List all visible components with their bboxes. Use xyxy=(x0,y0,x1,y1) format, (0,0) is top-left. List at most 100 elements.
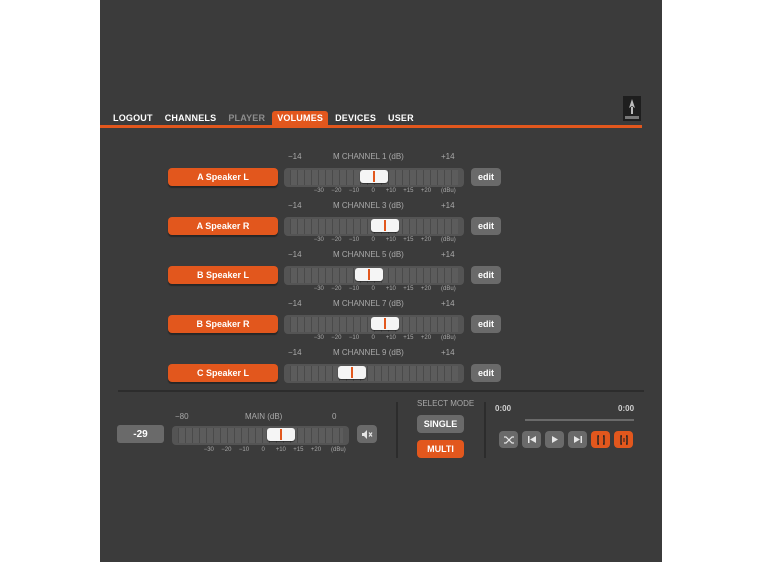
scale-label: (dBu) xyxy=(441,335,456,341)
fader-scale: −30 −20 −10 0 +10 +15 +20 (dBu) xyxy=(306,237,466,247)
channel-fader[interactable] xyxy=(284,168,464,187)
fader-knob[interactable] xyxy=(371,219,399,232)
scale-label: −20 xyxy=(221,447,232,453)
scale-label: +15 xyxy=(403,286,414,292)
main-min-label: −80 xyxy=(175,412,189,421)
app-panel: LOGOUT CHANNELS PLAYER VOLUMES DEVICES U… xyxy=(100,0,662,562)
edit-button[interactable]: edit xyxy=(471,168,501,186)
channel-fader[interactable] xyxy=(284,364,464,383)
channel-row: −14 M CHANNEL 7 (dB) +14 B Speaker R −30… xyxy=(100,299,662,348)
fader-knob[interactable] xyxy=(371,317,399,330)
channel-min-label: −14 xyxy=(288,348,302,357)
channel-fader[interactable] xyxy=(284,266,464,285)
channel-fader[interactable] xyxy=(284,315,464,334)
scale-label: 0 xyxy=(371,237,375,243)
channel-max-label: +14 xyxy=(441,152,455,161)
progress-track[interactable] xyxy=(525,419,634,421)
repeat-icon xyxy=(596,434,605,445)
scale-label: −30 xyxy=(313,286,324,292)
edit-button[interactable]: edit xyxy=(471,364,501,382)
scale-label: +20 xyxy=(420,237,432,243)
section-divider xyxy=(118,390,644,392)
main-volume-value[interactable]: -29 xyxy=(117,425,164,443)
channel-button[interactable]: A Speaker R xyxy=(168,217,278,235)
scale-label: +15 xyxy=(403,335,414,341)
main-title: MAIN (dB) xyxy=(245,412,283,421)
scale-label: −10 xyxy=(348,286,360,292)
single-mode-button[interactable]: SINGLE xyxy=(417,415,464,433)
scale-label: +20 xyxy=(420,286,432,292)
scale-label: 0 xyxy=(371,335,375,341)
previous-icon xyxy=(527,436,536,443)
time-current: 0:00 xyxy=(495,404,512,413)
channel-button[interactable]: B Speaker R xyxy=(168,315,278,333)
nav-devices[interactable]: DEVICES xyxy=(330,111,381,125)
fader-knob[interactable] xyxy=(355,268,383,281)
channel-fader[interactable] xyxy=(284,217,464,236)
repeat-button[interactable] xyxy=(591,431,610,448)
scale-label: −30 xyxy=(313,188,324,194)
channel-min-label: −14 xyxy=(288,250,302,259)
repeat-one-button[interactable] xyxy=(614,431,633,448)
speaker-mute-icon xyxy=(362,429,373,439)
scale-label: +20 xyxy=(420,335,432,341)
channel-title: M CHANNEL 7 (dB) xyxy=(333,299,404,308)
scale-label: 0 xyxy=(371,286,375,292)
scale-label: −10 xyxy=(238,447,250,453)
channel-title: M CHANNEL 9 (dB) xyxy=(333,348,404,357)
shuffle-button[interactable] xyxy=(499,431,518,448)
scale-label: +10 xyxy=(385,335,396,341)
nav-volumes[interactable]: VOLUMES xyxy=(272,111,329,125)
scale-label: +15 xyxy=(403,237,414,243)
play-icon xyxy=(551,436,558,443)
fader-knob[interactable] xyxy=(338,366,366,379)
channel-title: M CHANNEL 3 (dB) xyxy=(333,201,404,210)
scale-label: (dBu) xyxy=(441,237,456,243)
nav-logout[interactable]: LOGOUT xyxy=(108,111,158,125)
next-button[interactable] xyxy=(568,431,587,448)
channel-button[interactable]: A Speaker L xyxy=(168,168,278,186)
nav-user[interactable]: USER xyxy=(383,111,419,125)
channel-max-label: +14 xyxy=(441,201,455,210)
fader-scale: −30 −20 −10 0 +10 +15 +20 (dBu) xyxy=(306,188,466,198)
scale-label: +20 xyxy=(420,188,432,194)
previous-button[interactable] xyxy=(522,431,541,448)
brand-logo xyxy=(623,96,641,121)
channel-row: −14 M CHANNEL 1 (dB) +14 A Speaker L −30… xyxy=(100,152,662,201)
mute-button[interactable] xyxy=(357,425,377,443)
main-fader[interactable] xyxy=(172,426,349,445)
play-button[interactable] xyxy=(545,431,564,448)
channel-max-label: +14 xyxy=(441,299,455,308)
edit-button[interactable]: edit xyxy=(471,266,501,284)
nav-channels[interactable]: CHANNELS xyxy=(160,111,222,125)
time-total: 0:00 xyxy=(618,404,635,413)
scale-label: −20 xyxy=(331,188,342,194)
fader-track xyxy=(178,428,343,443)
main-fader-knob[interactable] xyxy=(267,428,295,441)
scale-label: +10 xyxy=(385,286,396,292)
channel-row: −14 M CHANNEL 9 (dB) +14 C Speaker L edi… xyxy=(100,348,662,384)
channel-button[interactable]: B Speaker L xyxy=(168,266,278,284)
edit-button[interactable]: edit xyxy=(471,315,501,333)
edit-button[interactable]: edit xyxy=(471,217,501,235)
channel-row: −14 M CHANNEL 5 (dB) +14 B Speaker L −30… xyxy=(100,250,662,299)
scale-label: −20 xyxy=(331,286,342,292)
nav-underline xyxy=(100,125,642,128)
multi-mode-button[interactable]: MULTI xyxy=(417,440,464,458)
nav-player[interactable]: PLAYER xyxy=(223,111,270,125)
scale-label: +10 xyxy=(385,188,396,194)
fader-knob[interactable] xyxy=(360,170,388,183)
channel-min-label: −14 xyxy=(288,201,302,210)
vertical-divider xyxy=(396,402,398,458)
channel-min-label: −14 xyxy=(288,152,302,161)
scale-label: −30 xyxy=(313,237,324,243)
scale-label: −10 xyxy=(348,237,360,243)
scale-label: −30 xyxy=(313,335,324,341)
scale-label: 0 xyxy=(371,188,375,194)
scale-label: +10 xyxy=(385,237,396,243)
vertical-divider xyxy=(484,402,486,458)
scale-label: −30 xyxy=(203,447,214,453)
main-nav: LOGOUT CHANNELS PLAYER VOLUMES DEVICES U… xyxy=(108,111,421,125)
channel-button[interactable]: C Speaker L xyxy=(168,364,278,382)
scale-label: (dBu) xyxy=(331,447,346,453)
